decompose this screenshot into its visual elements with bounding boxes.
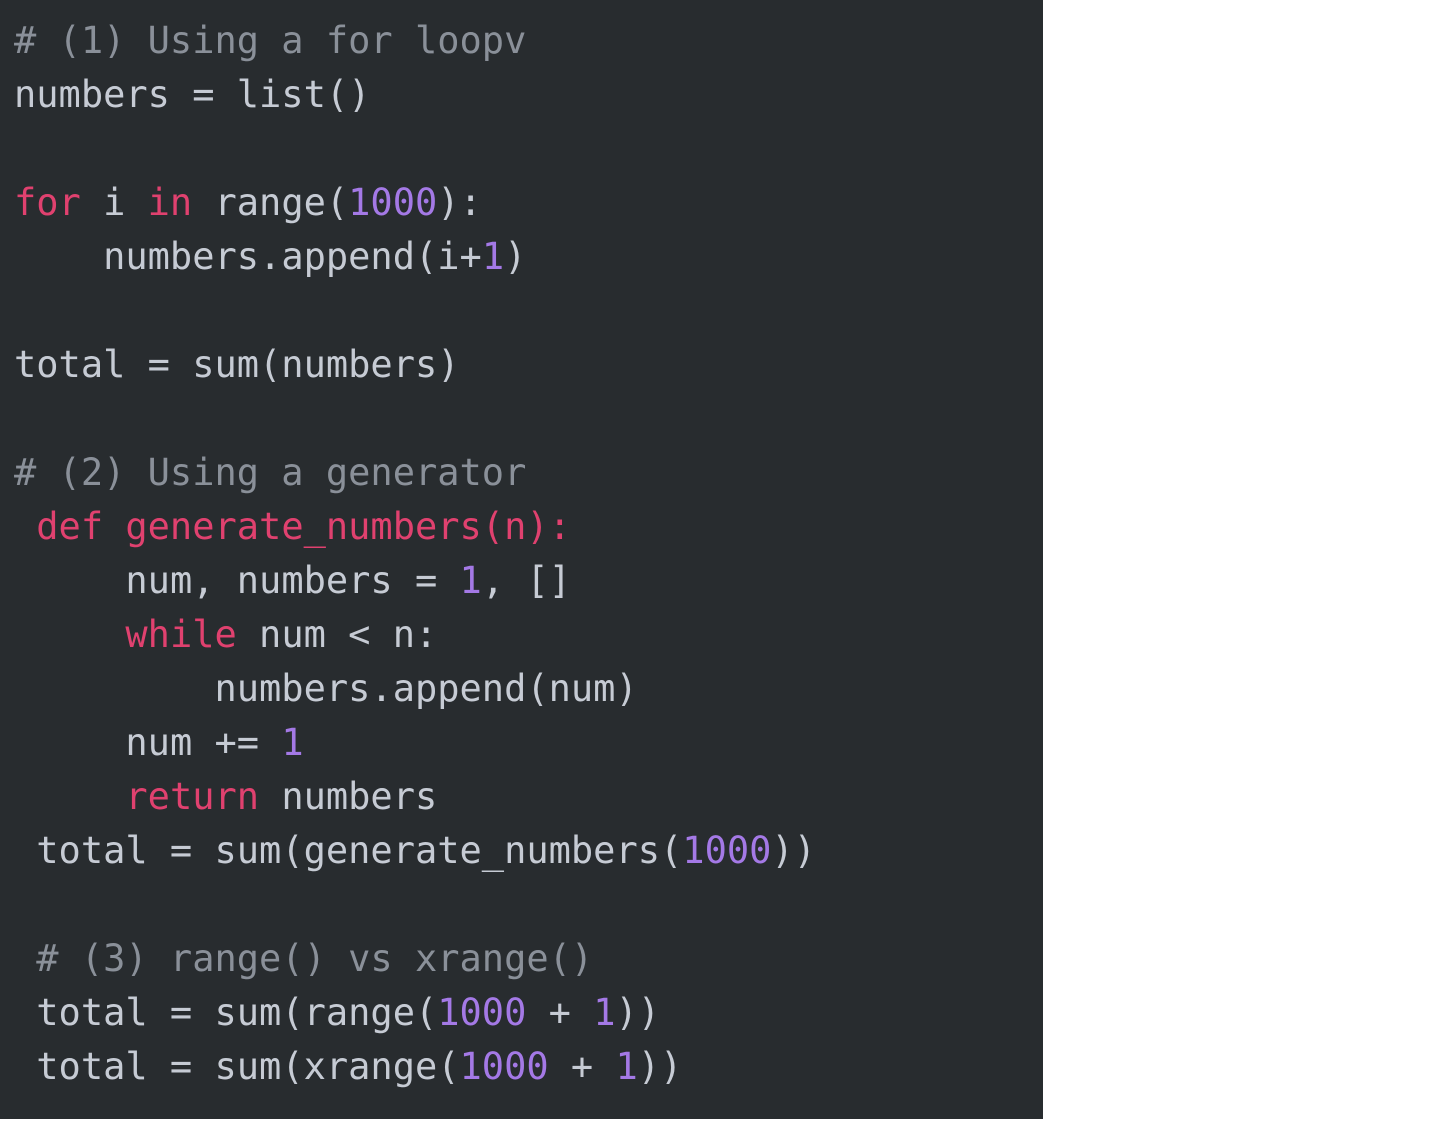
code-listing[interactable]: # (1) Using a for loopv numbers = list() … <box>0 14 1043 1094</box>
code-line: num += 1 <box>0 716 1043 770</box>
code-line: numbers.append(i+1) <box>0 230 1043 284</box>
code-token-plain: + <box>526 991 594 1034</box>
code-token-plain: + <box>548 1045 616 1088</box>
code-panel[interactable]: # (1) Using a for loopv numbers = list() … <box>0 0 1043 1119</box>
code-line: total = sum(range(1000 + 1)) <box>0 986 1043 1040</box>
code-token-plain: total = sum(generate_numbers( <box>36 829 683 872</box>
code-token-keyword: while <box>125 613 237 656</box>
code-token-keyword: for <box>14 181 81 224</box>
code-token-plain: num, numbers = <box>125 559 460 602</box>
code-token-keyword: in <box>147 181 193 224</box>
code-token-plain: numbers = list() <box>14 73 371 116</box>
code-token-plain: ): <box>437 181 482 224</box>
code-token-keyword: return <box>125 775 260 818</box>
code-line: while num < n: <box>0 608 1043 662</box>
code-line: total = sum(xrange(1000 + 1)) <box>0 1040 1043 1094</box>
code-line: num, numbers = 1, [] <box>0 554 1043 608</box>
code-line: return numbers <box>0 770 1043 824</box>
screenshot-root: # (1) Using a for loopv numbers = list() … <box>0 0 1452 1130</box>
code-token-comment: # (3) range() vs xrange() <box>36 937 594 980</box>
page-bottom-margin <box>0 1119 1043 1130</box>
code-token-plain: ) <box>504 235 527 278</box>
code-token-number: 1 <box>459 559 482 602</box>
code-token-number: 1 <box>281 721 304 764</box>
code-token-comment: # (2) Using a generator <box>14 451 527 494</box>
code-token-number: 1000 <box>682 829 772 872</box>
code-token-comment: # (1) Using a for loopv <box>14 19 527 62</box>
code-token-plain: numbers <box>259 775 438 818</box>
code-token-plain: numbers.append(i+ <box>103 235 482 278</box>
code-token-plain: num += <box>125 721 282 764</box>
code-line: def generate_numbers(n): <box>0 500 1043 554</box>
code-token-plain: total = sum(xrange( <box>36 1045 460 1088</box>
code-token-plain: i <box>80 181 148 224</box>
code-token-plain: total = sum(range( <box>36 991 438 1034</box>
page-right-margin <box>1043 0 1452 1130</box>
code-token-number: 1000 <box>459 1045 549 1088</box>
code-token-plain: )) <box>637 1045 683 1088</box>
code-line: numbers.append(num) <box>0 662 1043 716</box>
code-line: total = sum(numbers) <box>0 338 1043 392</box>
code-token-number: 1000 <box>437 991 527 1034</box>
code-token-number: 1 <box>481 235 505 278</box>
code-line: # (2) Using a generator <box>0 446 1043 500</box>
code-token-number: 1 <box>593 991 616 1034</box>
code-token-plain: )) <box>615 991 661 1034</box>
code-token-plain: numbers.append(num) <box>214 667 638 710</box>
code-line: total = sum(generate_numbers(1000)) <box>0 824 1043 878</box>
code-token-plain: num < n: <box>236 613 438 656</box>
code-line: numbers = list() <box>0 68 1043 122</box>
code-line: # (3) range() vs xrange() <box>0 932 1043 986</box>
code-token-plain: )) <box>771 829 816 872</box>
code-line: # (1) Using a for loopv <box>0 14 1043 68</box>
code-token-number: 1 <box>615 1045 638 1088</box>
code-token-number: 1000 <box>348 181 438 224</box>
code-token-plain: , [] <box>481 559 571 602</box>
code-token-defname: def generate_numbers(n): <box>36 505 571 548</box>
code-token-plain: total = sum(numbers) <box>14 343 460 386</box>
code-token-plain: range( <box>192 181 349 224</box>
code-line: for i in range(1000): <box>0 176 1043 230</box>
